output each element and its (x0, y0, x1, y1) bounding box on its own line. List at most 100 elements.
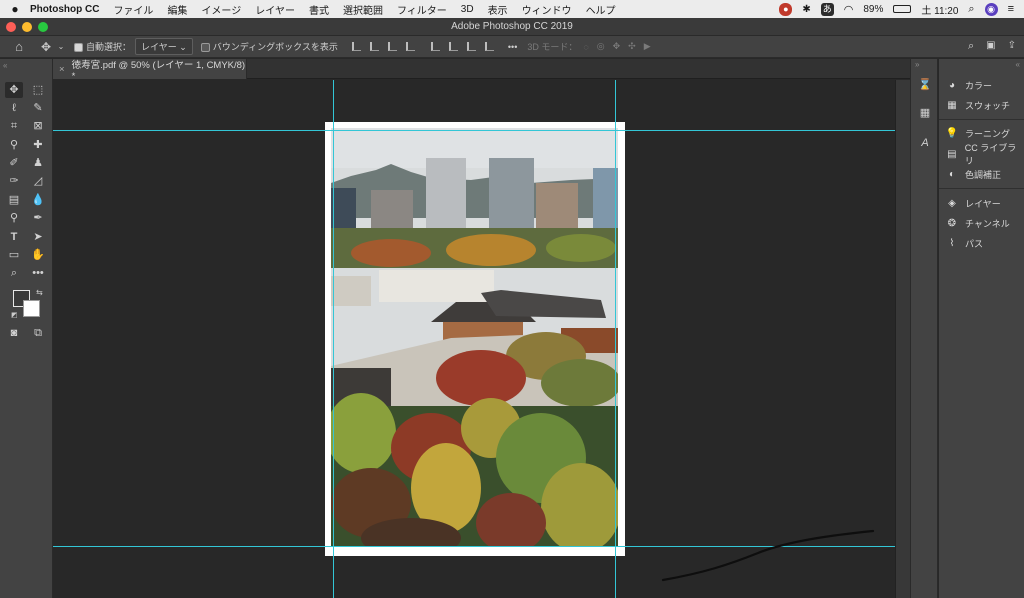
document-tab-label: 徳寿宮.pdf @ 50% (レイヤー 1, CMYK/8) * (71, 59, 246, 82)
swap-colors-icon[interactable]: ⇆ (36, 288, 43, 297)
search-icon[interactable]: ⌕ (968, 40, 974, 53)
canvas-area[interactable] (53, 80, 910, 598)
collapse-tools-icon[interactable]: « (3, 61, 7, 70)
workspace-icon[interactable]: ▣ (986, 40, 995, 53)
battery-icon[interactable] (893, 5, 912, 13)
panel-adjustments-label: 色調補正 (965, 169, 1002, 180)
apple-menu-icon[interactable]: ● (0, 2, 30, 16)
quick-selection-tool-icon[interactable]: ✎ (29, 100, 47, 116)
panels-column: « ◕ カラー ▦ スウォッチ 💡 ラーニング ▤ CC ライブラリ ◐ 色調補… (939, 59, 1024, 598)
panel-swatches[interactable]: ▦ スウォッチ (945, 97, 1010, 113)
move-tool-icon[interactable]: ✥ (5, 82, 23, 98)
edit-toolbar-icon[interactable]: ••• (29, 265, 47, 281)
menu-help[interactable]: ヘルプ (586, 2, 616, 17)
align-horizontal-center-icon[interactable] (369, 42, 379, 51)
siri-icon[interactable]: ◉ (984, 2, 998, 16)
document-page[interactable] (325, 122, 625, 556)
gradient-tool-icon[interactable]: ▤ (5, 192, 23, 208)
document-tab[interactable]: × 徳寿宮.pdf @ 50% (レイヤー 1, CMYK/8) * (53, 59, 247, 82)
distribute-vertical-icon[interactable] (484, 42, 494, 51)
menu-image[interactable]: イメージ (201, 2, 241, 17)
app-menu[interactable]: Photoshop CC (30, 4, 99, 15)
share-icon[interactable]: ⇪ (1008, 40, 1016, 53)
screen-mode-icon[interactable]: ⧉ (29, 325, 47, 341)
type-tool-icon[interactable]: T (5, 229, 23, 245)
panel-adjustments[interactable]: ◐ 色調補正 (945, 166, 1001, 182)
palette-icon: ◕ (948, 79, 956, 91)
eraser-tool-icon[interactable]: ◿ (29, 173, 47, 189)
panel-channels[interactable]: ❂ チャンネル (945, 215, 1010, 231)
eyedropper-tool-icon[interactable]: ⚲ (5, 137, 23, 153)
history-brush-tool-icon[interactable]: ✑ (5, 173, 23, 189)
collapse-dock-icon[interactable]: » (915, 60, 919, 69)
wifi-icon[interactable]: ◠ (844, 3, 854, 16)
blur-tool-icon[interactable]: 💧 (29, 192, 47, 208)
crop-tool-icon[interactable]: ⌗ (5, 118, 23, 134)
dodge-tool-icon[interactable]: ⚲ (5, 210, 23, 226)
panel-color[interactable]: ◕ カラー (945, 77, 992, 93)
menu-view[interactable]: 表示 (488, 2, 508, 17)
home-icon[interactable]: ⌂ (0, 39, 38, 54)
align-left-icon[interactable] (351, 42, 361, 51)
panel-learn[interactable]: 💡 ラーニング (945, 125, 1010, 141)
zoom-tool-icon[interactable]: ⌕ (5, 265, 23, 281)
lasso-tool-icon[interactable]: ℓ (5, 100, 23, 116)
bounding-box-checkbox[interactable] (200, 41, 213, 52)
spotlight-search-icon[interactable]: ⌕ (968, 3, 974, 16)
panel-cc-libraries[interactable]: ▤ CC ライブラリ (945, 143, 1024, 166)
quick-mask-icon[interactable]: ◙ (5, 325, 23, 341)
auto-select-checkbox[interactable] (74, 41, 86, 52)
align-vertical-center-icon[interactable] (448, 42, 458, 51)
align-top-icon[interactable] (430, 42, 440, 51)
input-method-icon[interactable]: あ (820, 2, 834, 16)
cc-status-icon[interactable]: ● (779, 2, 793, 16)
marquee-tool-icon[interactable]: ⬚ (29, 82, 47, 98)
background-color-swatch[interactable] (23, 300, 40, 317)
lightbulb-icon: 💡 (945, 127, 959, 139)
panel-cc-libraries-label: CC ライブラリ (964, 143, 1017, 166)
default-colors-icon[interactable]: ◩ (11, 311, 18, 319)
bluetooth-icon[interactable]: ✱ (802, 4, 810, 15)
menu-edit[interactable]: 編集 (167, 2, 187, 17)
rectangle-tool-icon[interactable]: ▭ (5, 247, 23, 263)
menu-type[interactable]: 書式 (309, 2, 329, 17)
menu-select[interactable]: 選択範囲 (343, 2, 383, 17)
guide-horizontal-top[interactable] (53, 130, 895, 131)
menu-filter[interactable]: フィルター (397, 2, 447, 17)
menu-layer[interactable]: レイヤー (255, 2, 295, 17)
align-right-icon[interactable] (387, 42, 397, 51)
guide-vertical-left[interactable] (333, 80, 334, 598)
more-options-button[interactable]: ••• (508, 42, 517, 52)
history-panel-icon[interactable]: ⌛ (917, 77, 933, 93)
clock[interactable]: 土 11:20 (921, 2, 958, 17)
path-selection-tool-icon[interactable]: ➤ (29, 229, 47, 245)
auto-select-label: 自動選択： (86, 42, 132, 52)
canvas-vertical-scrollbar[interactable] (895, 80, 910, 598)
auto-select-target-dropdown[interactable]: レイヤー ⌄ (135, 38, 193, 55)
panel-paths-label: パス (965, 238, 984, 249)
healing-brush-tool-icon[interactable]: ✚ (29, 137, 47, 153)
properties-panel-icon[interactable]: ▦ (917, 105, 933, 121)
move-tool-preset-icon[interactable]: ✥ (38, 40, 54, 54)
panel-layers[interactable]: ◈ レイヤー (945, 195, 1001, 211)
hand-tool-icon[interactable]: ✋ (29, 247, 47, 263)
notification-center-icon[interactable]: ≡ (1008, 3, 1014, 15)
chevron-down-icon[interactable]: ⌄ (54, 42, 68, 51)
menu-window[interactable]: ウィンドウ (522, 2, 572, 17)
brush-tool-icon[interactable]: ✐ (5, 155, 23, 171)
frame-tool-icon[interactable]: ⊠ (29, 118, 47, 134)
align-bottom-icon[interactable] (466, 42, 476, 51)
expand-panels-icon[interactable]: « (1016, 60, 1020, 69)
panel-dock-icons: » ⌛ ▦ A (910, 59, 938, 598)
clone-stamp-tool-icon[interactable]: ♟ (29, 155, 47, 171)
pen-tool-icon[interactable]: ✒ (29, 210, 47, 226)
close-tab-icon[interactable]: × (59, 64, 65, 75)
character-panel-icon[interactable]: A (917, 135, 933, 151)
panel-paths[interactable]: ⌇ パス (945, 235, 983, 251)
menu-file[interactable]: ファイル (113, 2, 153, 17)
distribute-horizontal-icon[interactable] (405, 42, 415, 51)
guide-vertical-right[interactable] (615, 80, 616, 598)
battery-percentage[interactable]: 89% (863, 4, 883, 15)
menu-3d[interactable]: 3D (461, 4, 474, 15)
panel-learn-label: ラーニング (965, 128, 1011, 139)
